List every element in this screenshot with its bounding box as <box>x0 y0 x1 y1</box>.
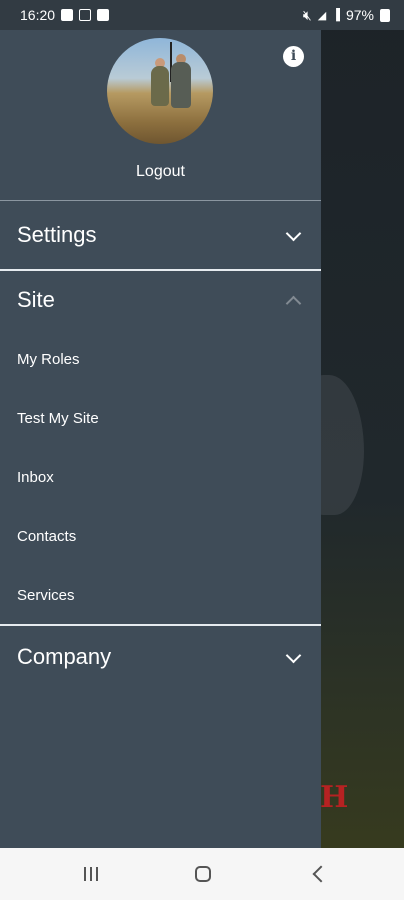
logout-button[interactable]: Logout <box>0 163 321 181</box>
recent-apps-icon[interactable] <box>84 867 98 881</box>
battery-icon <box>380 8 390 22</box>
chevron-down-icon <box>285 225 302 242</box>
avatar-person-body <box>171 62 191 108</box>
chevron-up-icon <box>285 295 302 312</box>
mute-icon: 🔇︎ <box>302 6 312 23</box>
menu-item-test-my-site[interactable]: Test My Site <box>17 410 99 427</box>
info-icon[interactable]: i <box>283 46 304 67</box>
menu-item-inbox[interactable]: Inbox <box>17 469 54 486</box>
wifi-icon: ◢ <box>317 9 327 22</box>
navigation-drawer: i Logout Settings Site My Roles Test My … <box>0 30 321 848</box>
image-notification-icon <box>61 9 74 21</box>
status-bar: 16:20 🔇︎ ◢ ▐ 97% <box>0 0 404 30</box>
profile-header: i Logout <box>0 30 321 200</box>
menu-item-services[interactable]: Services <box>17 587 75 604</box>
system-navigation-bar <box>0 848 404 900</box>
check-notification-icon <box>97 9 110 21</box>
signal-icon: ▐ <box>332 9 340 21</box>
home-icon[interactable] <box>195 866 211 882</box>
section-settings-label: Settings <box>17 222 97 247</box>
chevron-down-icon <box>285 647 302 664</box>
section-settings[interactable]: Settings <box>0 201 321 269</box>
avatar-person-body <box>151 66 169 106</box>
menu-item-my-roles[interactable]: My Roles <box>17 351 80 368</box>
battery-percent: 97% <box>345 7 374 23</box>
status-time: 16:20 <box>20 7 56 23</box>
menu-item-contacts[interactable]: Contacts <box>17 528 76 545</box>
background-logo: H <box>320 780 350 815</box>
section-company-label: Company <box>17 644 112 669</box>
section-site[interactable]: Site <box>0 266 321 334</box>
back-icon[interactable] <box>312 865 330 883</box>
section-company[interactable]: Company <box>0 623 321 691</box>
phone-notification-icon <box>79 9 92 21</box>
avatar[interactable] <box>107 38 213 144</box>
section-site-label: Site <box>17 287 55 312</box>
